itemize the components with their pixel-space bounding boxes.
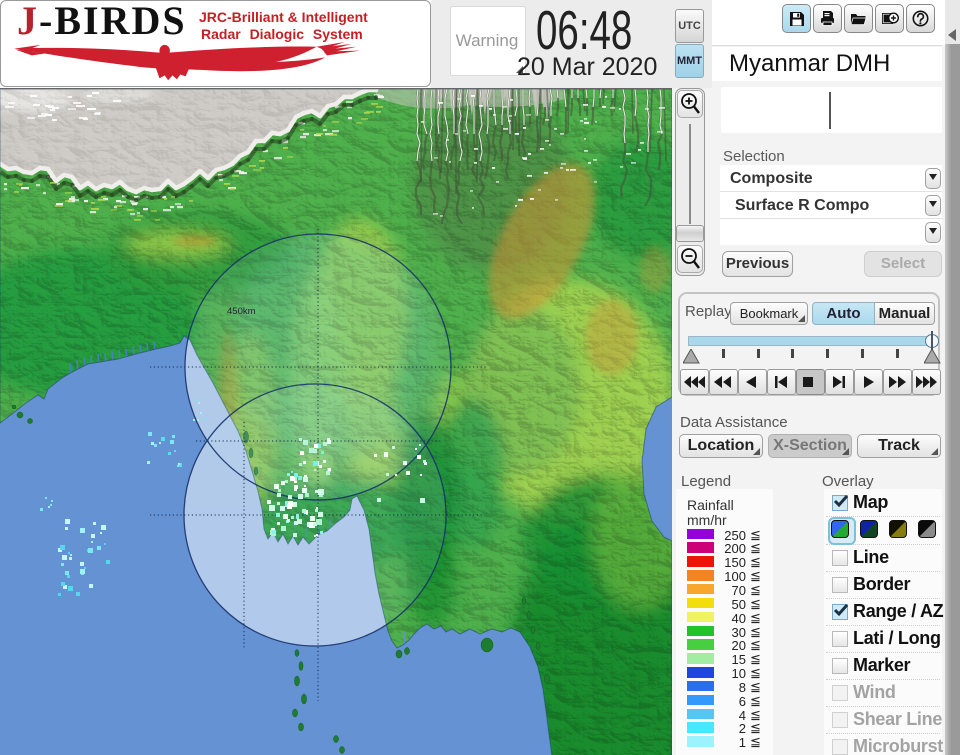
svg-text:450km: 450km [227, 306, 256, 317]
